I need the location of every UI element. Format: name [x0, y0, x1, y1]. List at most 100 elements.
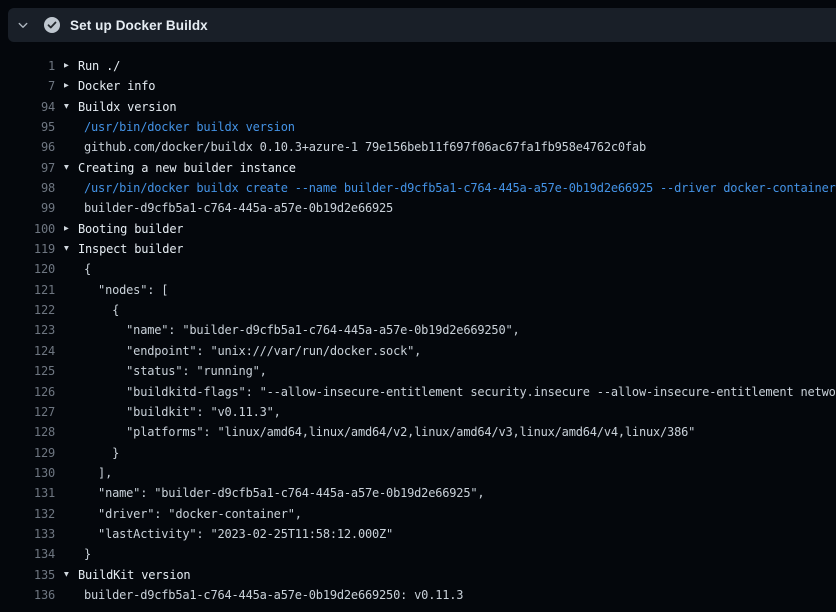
log-line-text: "endpoint": "unix:///var/run/docker.sock… [84, 341, 421, 361]
log-group-title[interactable]: ▼Creating a new builder instance [64, 158, 296, 178]
group-title-label: Buildx version [78, 97, 176, 117]
line-number[interactable]: 126 [0, 382, 55, 402]
check-circle-icon [44, 17, 60, 33]
log-group-line[interactable]: 135 ▼BuildKit version [0, 565, 836, 585]
group-title-label: Docker info [78, 76, 155, 96]
triangle-down-icon[interactable]: ▼ [64, 97, 78, 117]
line-number[interactable]: 133 [0, 524, 55, 544]
log-line-text: /usr/bin/docker buildx create --name bui… [84, 178, 836, 198]
line-number[interactable]: 135 [0, 565, 55, 585]
line-number[interactable]: 95 [0, 117, 55, 137]
line-number[interactable]: 127 [0, 402, 55, 422]
line-number[interactable]: 123 [0, 320, 55, 340]
log-line: 134 } [0, 544, 836, 564]
log-line: 131 "name": "builder-d9cfb5a1-c764-445a-… [0, 483, 836, 503]
step-title: Set up Docker Buildx [70, 18, 208, 33]
log-line-text: "name": "builder-d9cfb5a1-c764-445a-a57e… [84, 483, 484, 503]
log-group-title[interactable]: ▶Run ./ [64, 56, 120, 76]
triangle-down-icon[interactable]: ▼ [64, 158, 78, 178]
log-group-line[interactable]: 119 ▼Inspect builder [0, 239, 836, 259]
line-number[interactable]: 132 [0, 504, 55, 524]
line-number[interactable]: 96 [0, 137, 55, 157]
log-group-line[interactable]: 7 ▶Docker info [0, 76, 836, 96]
line-number[interactable]: 97 [0, 158, 55, 178]
line-number[interactable]: 134 [0, 544, 55, 564]
log-line-text: } [84, 544, 91, 564]
log-line: 132 "driver": "docker-container", [0, 504, 836, 524]
log-line-text: "driver": "docker-container", [84, 504, 302, 524]
log-line-text: builder-d9cfb5a1-c764-445a-a57e-0b19d2e6… [84, 585, 463, 605]
group-title-label: BuildKit version [78, 565, 190, 585]
line-number[interactable]: 98 [0, 178, 55, 198]
log-line-text: "status": "running", [84, 361, 267, 381]
log-line-text: "buildkit": "v0.11.3", [84, 402, 281, 422]
log-group-title[interactable]: ▼Inspect builder [64, 239, 183, 259]
log-line: 99 builder-d9cfb5a1-c764-445a-a57e-0b19d… [0, 198, 836, 218]
log-line: 121 "nodes": [ [0, 280, 836, 300]
log-group-line[interactable]: 1 ▶Run ./ [0, 56, 836, 76]
log-line: 120 { [0, 259, 836, 279]
line-number[interactable]: 7 [0, 76, 55, 96]
line-number[interactable]: 120 [0, 259, 55, 279]
log-group-line[interactable]: 94 ▼Buildx version [0, 97, 836, 117]
log-line-text: "name": "builder-d9cfb5a1-c764-445a-a57e… [84, 320, 520, 340]
log-line: 133 "lastActivity": "2023-02-25T11:58:12… [0, 524, 836, 544]
log-group-title[interactable]: ▶Docker info [64, 76, 155, 96]
line-number[interactable]: 94 [0, 97, 55, 117]
line-number[interactable]: 99 [0, 198, 55, 218]
log-line: 127 "buildkit": "v0.11.3", [0, 402, 836, 422]
log-line-text: { [84, 300, 119, 320]
log-line-text: "platforms": "linux/amd64,linux/amd64/v2… [84, 422, 695, 442]
group-title-label: Booting builder [78, 219, 183, 239]
line-number[interactable]: 100 [0, 219, 55, 239]
triangle-right-icon[interactable]: ▶ [64, 219, 78, 239]
log-line: 130 ], [0, 463, 836, 483]
group-title-label: Run ./ [78, 56, 120, 76]
log-group-title[interactable]: ▶Booting builder [64, 219, 183, 239]
log-line-text: "buildkitd-flags": "--allow-insecure-ent… [84, 382, 836, 402]
log-line-text: "nodes": [ [84, 280, 168, 300]
line-number[interactable]: 122 [0, 300, 55, 320]
line-number[interactable]: 125 [0, 361, 55, 381]
line-number[interactable]: 136 [0, 585, 55, 605]
triangle-down-icon[interactable]: ▼ [64, 239, 78, 259]
log-line: 122 { [0, 300, 836, 320]
triangle-right-icon[interactable]: ▶ [64, 56, 78, 76]
log-line-text: "lastActivity": "2023-02-25T11:58:12.000… [84, 524, 393, 544]
step-header[interactable]: Set up Docker Buildx [8, 8, 836, 42]
line-number[interactable]: 130 [0, 463, 55, 483]
group-title-label: Inspect builder [78, 239, 183, 259]
log-viewer: 1 ▶Run ./ 7 ▶Docker info 94 ▼Buildx vers… [0, 42, 836, 605]
log-line-text: ], [84, 463, 112, 483]
log-line: 124 "endpoint": "unix:///var/run/docker.… [0, 341, 836, 361]
log-group-title[interactable]: ▼BuildKit version [64, 565, 190, 585]
log-line: 136 builder-d9cfb5a1-c764-445a-a57e-0b19… [0, 585, 836, 605]
log-line: 96 github.com/docker/buildx 0.10.3+azure… [0, 137, 836, 157]
log-line: 128 "platforms": "linux/amd64,linux/amd6… [0, 422, 836, 442]
line-number[interactable]: 121 [0, 280, 55, 300]
log-line: 123 "name": "builder-d9cfb5a1-c764-445a-… [0, 320, 836, 340]
log-line-text: github.com/docker/buildx 0.10.3+azure-1 … [84, 137, 646, 157]
line-number[interactable]: 128 [0, 422, 55, 442]
log-line: 98 /usr/bin/docker buildx create --name … [0, 178, 836, 198]
log-line: 125 "status": "running", [0, 361, 836, 381]
log-line-text: /usr/bin/docker buildx version [84, 117, 295, 137]
line-number[interactable]: 119 [0, 239, 55, 259]
line-number[interactable]: 124 [0, 341, 55, 361]
triangle-right-icon[interactable]: ▶ [64, 76, 78, 96]
log-line-text: builder-d9cfb5a1-c764-445a-a57e-0b19d2e6… [84, 198, 393, 218]
line-number[interactable]: 129 [0, 443, 55, 463]
chevron-down-icon[interactable] [8, 19, 38, 31]
log-group-title[interactable]: ▼Buildx version [64, 97, 176, 117]
log-line: 126 "buildkitd-flags": "--allow-insecure… [0, 382, 836, 402]
log-line: 95 /usr/bin/docker buildx version [0, 117, 836, 137]
group-title-label: Creating a new builder instance [78, 158, 296, 178]
line-number[interactable]: 131 [0, 483, 55, 503]
log-group-line[interactable]: 97 ▼Creating a new builder instance [0, 158, 836, 178]
log-line: 129 } [0, 443, 836, 463]
triangle-down-icon[interactable]: ▼ [64, 565, 78, 585]
log-line-text: } [84, 443, 119, 463]
line-number[interactable]: 1 [0, 56, 55, 76]
log-line-text: { [84, 259, 91, 279]
log-group-line[interactable]: 100 ▶Booting builder [0, 219, 836, 239]
